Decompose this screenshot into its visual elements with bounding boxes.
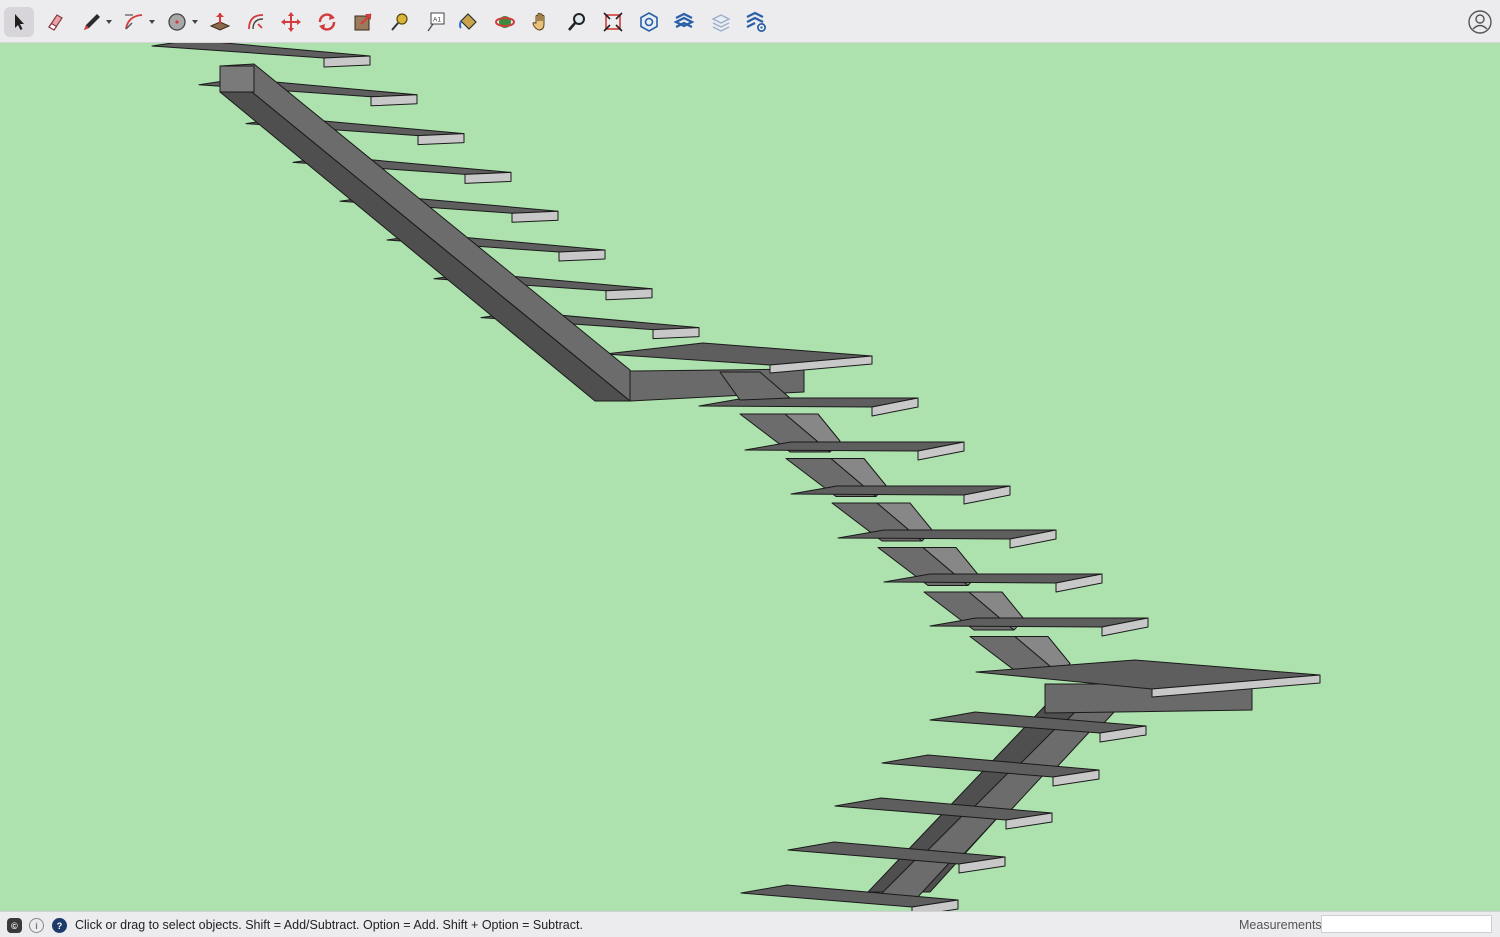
arrow-cursor-icon [15, 14, 24, 30]
upper-tread-8-front[interactable] [652, 327, 700, 340]
zoom-extents-icon [603, 12, 623, 32]
credits-info-icon[interactable]: i [29, 918, 44, 933]
measurements-label: Measurements [1239, 918, 1322, 932]
offset-icon [248, 14, 264, 30]
scale-icon [354, 13, 372, 31]
stacked-layers-blue-icon [673, 12, 695, 28]
layers-gear-icon [746, 11, 766, 32]
warehouse-tool-button[interactable] [634, 7, 664, 37]
push-pull-icon [209, 13, 231, 31]
measurements-input[interactable] [1321, 915, 1492, 933]
upper-tread-3-front[interactable] [417, 133, 465, 146]
svg-text:A1: A1 [433, 17, 441, 24]
text-label-icon: A1 [427, 12, 445, 32]
orbit-icon [495, 16, 515, 28]
status-bar: © i ? Click or drag to select objects. S… [0, 911, 1500, 937]
text-tool-button[interactable]: A1 [420, 7, 450, 37]
layers-tool-button[interactable] [706, 7, 736, 37]
zoom-tool-button[interactable] [562, 7, 592, 37]
push-pull-tool-button[interactable] [205, 7, 235, 37]
shapes-tool-button[interactable] [162, 7, 192, 37]
orbit-tool-button[interactable] [490, 7, 520, 37]
upper-tread-7-front[interactable] [605, 288, 653, 301]
staircase-model[interactable] [0, 43, 1500, 911]
account-button[interactable] [1467, 9, 1493, 35]
circle-shape-icon [168, 13, 186, 31]
arc-menu-chevron-icon[interactable] [149, 20, 155, 24]
paint-bucket-tool-button[interactable] [453, 7, 483, 37]
eraser-icon [48, 14, 63, 31]
pencil-icon [84, 14, 100, 30]
magnifier-icon [568, 13, 585, 31]
rotate-icon [318, 13, 336, 31]
status-message: Click or drag to select objects. Shift =… [75, 918, 583, 932]
move-tool-button[interactable] [276, 7, 306, 37]
rotate-tool-button[interactable] [312, 7, 342, 37]
warehouse-icon [640, 12, 658, 32]
upper-flight-stringer-end[interactable] [219, 65, 255, 93]
help-icon[interactable]: ? [52, 918, 67, 933]
model-viewport[interactable] [0, 43, 1500, 911]
zoom-extents-tool-button[interactable] [598, 7, 628, 37]
upper-tread-2-front[interactable] [370, 94, 418, 107]
paint-bucket-icon [459, 13, 477, 30]
line-menu-chevron-icon[interactable] [106, 20, 112, 24]
select-tool-button[interactable] [4, 7, 34, 37]
eraser-tool-button[interactable] [40, 7, 70, 37]
upper-flight-stringer-bottom[interactable] [219, 65, 631, 402]
move-arrows-icon [281, 12, 301, 32]
arc-icon [125, 14, 143, 30]
hand-icon [532, 12, 545, 31]
scale-tool-button[interactable] [348, 7, 378, 37]
main-toolbar: A1 [0, 0, 1500, 43]
arc-tool-button[interactable] [119, 7, 149, 37]
extension-1-tool-button[interactable] [669, 7, 699, 37]
upper-tread-5-front[interactable] [511, 210, 559, 223]
offset-tool-button[interactable] [241, 7, 271, 37]
tape-measure-tool-button[interactable] [384, 7, 414, 37]
upper-tread-4-front[interactable] [464, 171, 512, 184]
upper-tread-1-front[interactable] [323, 55, 371, 68]
upper-tread-6-front[interactable] [558, 249, 606, 262]
line-tool-button[interactable] [77, 7, 107, 37]
shapes-menu-chevron-icon[interactable] [192, 20, 198, 24]
extension-settings-tool-button[interactable] [741, 7, 771, 37]
layers-faded-icon [711, 14, 731, 32]
upper-tread-1-top[interactable] [151, 43, 371, 59]
pan-tool-button[interactable] [526, 7, 556, 37]
tape-measure-icon [391, 13, 408, 31]
user-circle-icon [1468, 10, 1492, 34]
geo-location-icon[interactable]: © [7, 918, 22, 933]
